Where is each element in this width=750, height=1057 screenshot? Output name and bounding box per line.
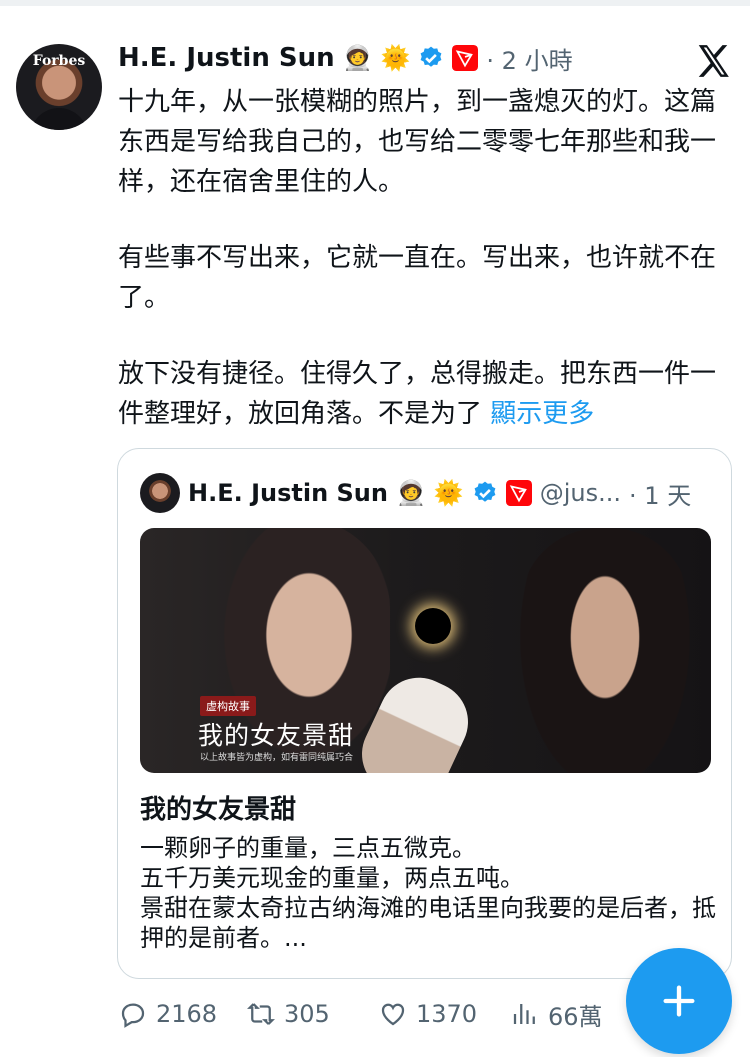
quoted-author-name[interactable]: H.E. Justin Sun <box>188 479 388 507</box>
tweet-actions: 2168 305 1370 66萬 <box>118 996 603 1032</box>
media-disclaimer: 以上故事皆为虚构，如有雷同纯属巧合 <box>200 753 354 763</box>
media-title: 我的女友景甜 <box>198 721 355 750</box>
like-count: 1370 <box>416 1000 478 1028</box>
show-more-link[interactable]: 顯示更多 <box>490 399 594 429</box>
tron-logo-icon <box>505 480 532 506</box>
excerpt-line: 一颗卵子的重量，三点五微克。 <box>140 834 476 862</box>
quoted-handle: @jus... <box>539 479 622 507</box>
reply-count: 2168 <box>156 1000 218 1028</box>
excerpt-line: 五千万美元现金的重量，两点五吨。 <box>140 864 524 892</box>
tweet-truncated-text: 放下没有捷径。住得久了，总得搬走。把东西一件一件整理好，放回角落。不是为了 <box>118 359 717 429</box>
reply-button[interactable]: 2168 <box>118 999 246 1029</box>
heart-icon <box>381 1003 405 1026</box>
sun-emoji: 🌞 <box>433 479 464 507</box>
author-name[interactable]: H.E. Justin Sun <box>118 43 335 73</box>
tweet-paragraph-truncated: 放下没有捷径。住得久了，总得搬走。把东西一件一件整理好，放回角落。不是为了 顯示… <box>118 354 728 434</box>
media-eclipse <box>415 608 451 644</box>
author-avatar[interactable]: Forbes <box>16 44 102 130</box>
tweet-paragraph: 十九年，从一张模糊的照片，到一盏熄灭的灯。这篇东西是写给我自己的，也写给二零零七… <box>118 87 717 197</box>
verified-badge-icon[interactable] <box>418 45 444 71</box>
retweet-count: 305 <box>284 1000 330 1028</box>
quoted-tweet[interactable]: H.E. Justin Sun 🧑‍🚀 🌞 @jus... · 1 天 虚构故事… <box>117 448 732 979</box>
tweet-timestamp[interactable]: · 2 小時 <box>486 41 572 76</box>
tweet-header: H.E. Justin Sun 🧑‍🚀 🌞 · 2 小時 <box>118 38 573 78</box>
quoted-media-image[interactable]: 虚构故事 我的女友景甜 以上故事皆为虚构，如有雷同纯属巧合 <box>140 528 711 773</box>
media-fiction-tag: 虚构故事 <box>200 696 256 716</box>
avatar-suit <box>30 108 88 130</box>
plus-icon <box>663 985 695 1017</box>
avatar-magazine-text: Forbes <box>32 53 86 69</box>
astronaut-emoji: 🧑‍🚀 <box>395 479 426 507</box>
tweet-body: 十九年，从一张模糊的照片，到一盏熄灭的灯。这篇东西是写给我自己的，也写给二零零七… <box>118 82 728 434</box>
quoted-article-title: 我的女友景甜 <box>140 795 297 825</box>
verified-badge-icon <box>474 481 496 502</box>
retweet-button[interactable]: 305 <box>246 999 378 1029</box>
x-logo-icon[interactable] <box>694 42 732 80</box>
quoted-tweet-header: H.E. Justin Sun 🧑‍🚀 🌞 @jus... · 1 天 <box>140 473 691 513</box>
compose-button[interactable] <box>626 948 732 1054</box>
view-count: 66萬 <box>548 1002 603 1031</box>
top-divider <box>0 0 750 6</box>
media-man-figure <box>520 528 690 773</box>
quoted-author-avatar[interactable] <box>140 473 180 513</box>
quoted-timestamp: · 1 天 <box>629 481 692 510</box>
sun-emoji: 🌞 <box>380 44 411 72</box>
tron-logo-icon[interactable] <box>452 45 479 71</box>
analytics-icon <box>513 1004 535 1024</box>
tweet-paragraph: 有些事不写出来，它就一直在。写出来，也许就不在了。 <box>118 243 717 313</box>
astronaut-emoji: 🧑‍🚀 <box>342 44 373 72</box>
retweet-icon <box>247 1003 275 1025</box>
quoted-article-excerpt: 一颗卵子的重量，三点五微克。 五千万美元现金的重量，两点五吨。 景甜在蒙太奇拉古… <box>140 833 720 953</box>
excerpt-line: 景甜在蒙太奇拉古纳海滩的电话里向我要的是后者，抵押的是前者。... <box>140 894 716 952</box>
views-button[interactable]: 66萬 <box>510 997 603 1032</box>
reply-icon <box>121 1003 145 1028</box>
like-button[interactable]: 1370 <box>378 999 510 1029</box>
